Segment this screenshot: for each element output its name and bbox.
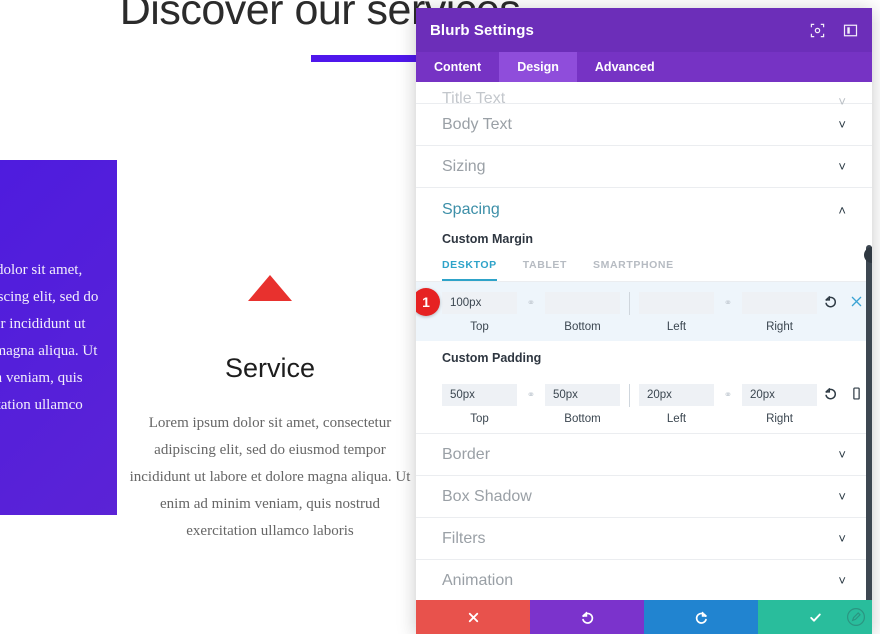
custom-margin-row: 1 100px Top ⚭ Bottom Left ⚭ Right	[416, 282, 872, 341]
margin-bottom-caption: Bottom	[564, 321, 601, 333]
tab-advanced[interactable]: Advanced	[577, 52, 673, 82]
device-tab-tablet[interactable]: TABLET	[523, 255, 579, 281]
device-tabs: DESKTOP TABLET SMARTPHONE	[416, 255, 872, 282]
margin-top-caption: Top	[470, 321, 489, 333]
blurb-center-body: Lorem ipsum dolor sit amet, consectetur …	[129, 415, 411, 539]
section-animation-label: Animation	[442, 571, 514, 589]
section-animation[interactable]: Animation ˅	[416, 560, 872, 600]
chevron-up-icon: ˄	[838, 202, 846, 218]
custom-padding-label: Custom Padding	[442, 351, 542, 365]
chevron-down-icon: ˅	[838, 573, 846, 588]
close-icon[interactable]	[849, 294, 864, 309]
device-tab-smartphone[interactable]: SMARTPHONE	[593, 255, 686, 281]
undo-button[interactable]	[530, 600, 644, 634]
padding-top-input[interactable]: 50px	[442, 384, 517, 406]
section-sizing[interactable]: Sizing ˅	[416, 146, 872, 188]
edit-pencil-icon[interactable]	[846, 607, 866, 627]
link-icon[interactable]: ⚭	[517, 384, 545, 406]
chevron-down-icon: ˅	[838, 117, 846, 132]
redo-button[interactable]	[644, 600, 758, 634]
section-filters[interactable]: Filters ˅	[416, 518, 872, 560]
chevron-down-icon: ˅	[838, 489, 846, 504]
split-view-icon[interactable]	[843, 23, 858, 38]
padding-top-caption: Top	[470, 413, 489, 425]
tab-content[interactable]: Content	[416, 52, 499, 82]
modal-body: Title Text ˅ Body Text ˅ Sizing ˅ Spacin…	[416, 82, 872, 600]
chevron-down-icon: ˅	[838, 94, 846, 109]
section-box-shadow[interactable]: Box Shadow ˅	[416, 476, 872, 518]
padding-right-caption: Right	[766, 413, 793, 425]
link-icon[interactable]: ⚭	[714, 292, 742, 314]
link-icon[interactable]: ⚭	[517, 292, 545, 314]
reset-icon[interactable]	[823, 386, 838, 401]
screen: Discover our services Lorem ipsum dolor …	[0, 0, 880, 634]
section-box-shadow-label: Box Shadow	[442, 487, 532, 505]
padding-right-input[interactable]: 20px	[742, 384, 817, 406]
section-sizing-label: Sizing	[442, 157, 486, 175]
modal-title: Blurb Settings	[430, 21, 534, 39]
chevron-down-icon: ˅	[838, 159, 846, 174]
blurb-left-body: Lorem ipsum dolor sit amet, consectetur …	[0, 261, 99, 413]
custom-margin-label: Custom Margin	[442, 232, 533, 246]
padding-bottom-caption: Bottom	[564, 413, 601, 425]
modal-footer	[416, 600, 872, 634]
padding-left-caption: Left	[666, 413, 687, 425]
margin-right-caption: Right	[766, 321, 793, 333]
section-spacing-header[interactable]: Spacing ˄	[416, 188, 872, 232]
margin-left-caption: Left	[666, 321, 687, 333]
divider	[629, 384, 630, 407]
chevron-down-icon: ˅	[838, 531, 846, 546]
divider	[629, 292, 630, 315]
margin-top-input[interactable]: 100px	[442, 292, 517, 314]
custom-padding-row: 50px Top ⚭ 50px Bottom 20px Left ⚭ 20px …	[416, 374, 872, 433]
blurb-settings-modal: Blurb Settings Content Design Advanced T…	[416, 8, 872, 634]
blurb-card-center[interactable]: Service Lorem ipsum dolor sit amet, cons…	[120, 190, 420, 610]
margin-right-input[interactable]	[742, 292, 817, 314]
step-badge-1: 1	[416, 288, 440, 316]
padding-bottom-input[interactable]: 50px	[545, 384, 620, 406]
blurb-card-left[interactable]: Lorem ipsum dolor sit amet, consectetur …	[0, 160, 117, 515]
section-border[interactable]: Border ˅	[416, 434, 872, 476]
section-border-label: Border	[442, 445, 491, 463]
section-spacing: Spacing ˄ Custom Margin DESKTOP TABLET S…	[416, 188, 872, 434]
section-filters-label: Filters	[442, 529, 486, 547]
margin-bottom-input[interactable]	[545, 292, 620, 314]
section-body-text-label: Body Text	[442, 115, 512, 133]
blurb-center-title: Service	[224, 353, 316, 383]
modal-scrollbar[interactable]	[866, 245, 872, 600]
fullscreen-icon[interactable]	[810, 23, 825, 38]
section-spacing-label: Spacing	[442, 201, 500, 218]
modal-tabs: Content Design Advanced	[416, 52, 872, 82]
modal-header: Blurb Settings	[416, 8, 872, 52]
triangle-icon	[248, 275, 292, 301]
cancel-button[interactable]	[416, 600, 530, 634]
mobile-icon[interactable]	[849, 386, 864, 401]
section-title-text-label: Title Text	[442, 90, 506, 107]
margin-left-input[interactable]	[639, 292, 714, 314]
link-icon[interactable]: ⚭	[714, 384, 742, 406]
device-tab-desktop[interactable]: DESKTOP	[442, 255, 497, 281]
padding-left-input[interactable]: 20px	[639, 384, 714, 406]
chevron-down-icon: ˅	[838, 447, 846, 462]
section-body-text[interactable]: Body Text ˅	[416, 104, 872, 146]
tab-design[interactable]: Design	[499, 52, 577, 82]
section-title-text[interactable]: Title Text ˅	[416, 82, 872, 108]
reset-icon[interactable]	[823, 294, 838, 309]
